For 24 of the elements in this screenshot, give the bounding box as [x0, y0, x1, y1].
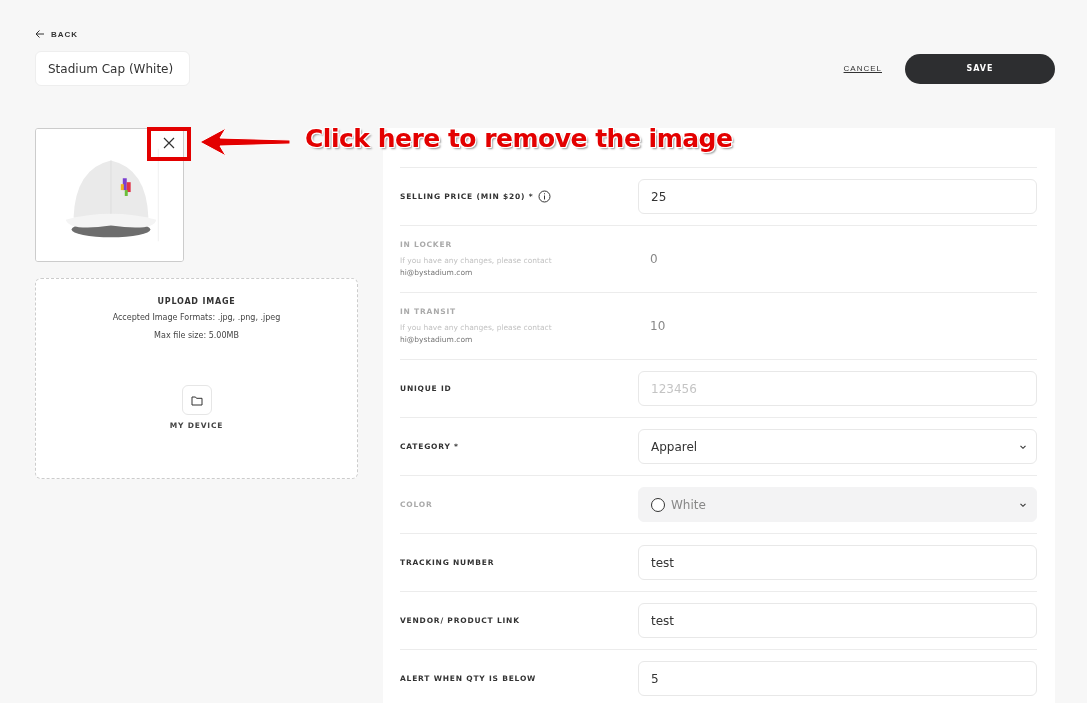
product-name-field[interactable]: Stadium Cap (White): [35, 51, 190, 86]
back-arrow-icon: [35, 29, 45, 39]
info-icon[interactable]: [538, 190, 552, 203]
save-button[interactable]: SAVE: [905, 53, 1055, 84]
cancel-link[interactable]: CANCEL: [843, 64, 882, 73]
field-value: 0: [649, 252, 659, 266]
select-field[interactable]: Apparel: [638, 429, 1037, 464]
input-field[interactable]: 123456: [638, 371, 1037, 406]
formats-text: Accepted Image Formats: .jpg, .png, .jpeg: [112, 312, 281, 324]
input-field[interactable]: 5: [638, 661, 1037, 696]
device-button[interactable]: [181, 385, 212, 415]
upload-title: UPLOAD IMAGE: [157, 297, 236, 306]
input-field[interactable]: test: [638, 603, 1037, 638]
input-field[interactable]: 25: [638, 179, 1037, 214]
folder-icon: [190, 394, 203, 406]
field-value: 10: [649, 319, 667, 333]
arrow-icon: [198, 126, 290, 158]
back-link[interactable]: BACK: [35, 29, 79, 39]
annotation-text: Click here to remove the image: [305, 124, 733, 153]
close-icon: [163, 137, 175, 149]
highlight-box: [147, 127, 191, 161]
input-field[interactable]: test: [638, 545, 1037, 580]
select-field: White: [638, 487, 1037, 522]
max-size-text: Max file size: 5.00MB: [154, 330, 239, 342]
